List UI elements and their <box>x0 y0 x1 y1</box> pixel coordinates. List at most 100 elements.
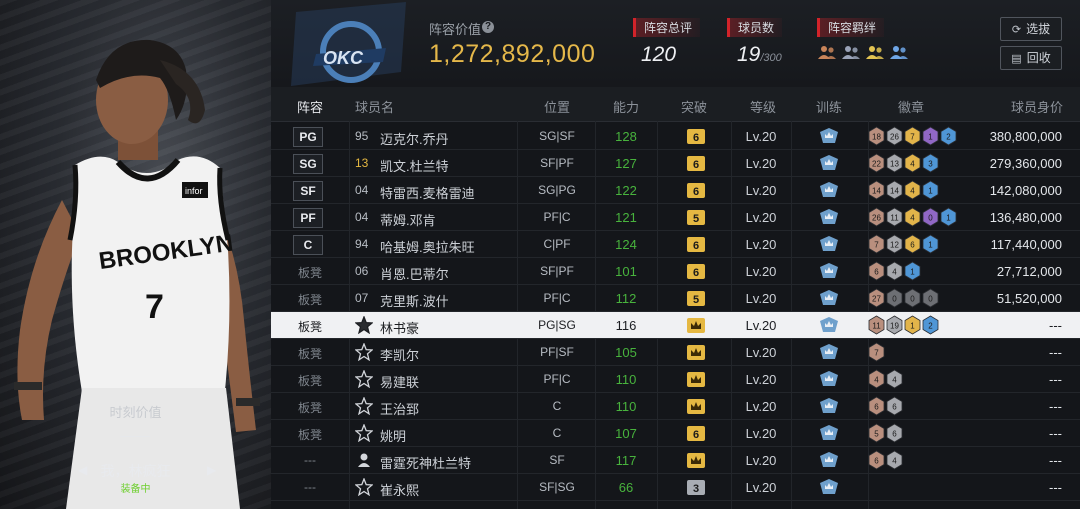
badge-icon[interactable]: 19 <box>886 315 903 335</box>
badge-icon[interactable]: 7 <box>904 126 921 146</box>
badge-icon[interactable]: 1 <box>904 315 921 335</box>
badge-icon[interactable]: 4 <box>904 153 921 173</box>
badge-icon[interactable]: 4 <box>886 369 903 389</box>
col-player-name[interactable]: 球员名 <box>355 97 394 116</box>
badge-icon[interactable]: 1 <box>922 234 939 254</box>
badge-icon[interactable]: 1 <box>922 126 939 146</box>
table-row[interactable]: --- 崔永熙 SF|SG 66 3 Lv.20 --- <box>271 474 1080 501</box>
col-position[interactable]: 位置 <box>544 97 570 116</box>
table-row[interactable]: 板凳 林书豪 PG|SG 116 Lv.20 11 19 1 2 --- <box>271 312 1080 339</box>
badge-icon[interactable]: 3 <box>922 153 939 173</box>
badge-icon[interactable]: 12 <box>886 234 903 254</box>
table-row[interactable]: SF 04 特雷西.麦格雷迪 SG|PG 122 6 Lv.20 14 14 4 1 142,080,… <box>271 177 1080 204</box>
training-icon[interactable] <box>818 289 840 307</box>
badge-icon[interactable]: 6 <box>904 234 921 254</box>
player-ability: 101 <box>615 264 637 279</box>
training-icon[interactable] <box>818 343 840 361</box>
badge-icon[interactable]: 6 <box>886 423 903 443</box>
badge-icon[interactable]: 7 <box>868 234 885 254</box>
table-row[interactable]: C 94 哈基姆.奥拉朱旺 C|PF 124 6 Lv.20 7 12 6 1 117,440,000 <box>271 231 1080 258</box>
badge-icon[interactable]: 4 <box>868 369 885 389</box>
badge-icon[interactable]: 22 <box>868 153 885 173</box>
badge-icon[interactable]: 6 <box>886 396 903 416</box>
table-row[interactable]: 板凳 王治郅 C 110 Lv.20 6 6 --- <box>271 393 1080 420</box>
badge-icon[interactable]: 18 <box>868 126 885 146</box>
badge-icon[interactable]: 7 <box>868 342 885 362</box>
training-icon[interactable] <box>818 397 840 415</box>
recycle-button[interactable]: ▤ 回收 <box>1000 46 1062 70</box>
badge-icon[interactable]: 4 <box>886 450 903 470</box>
badge-icon[interactable]: 4 <box>886 261 903 281</box>
training-icon[interactable] <box>818 451 840 469</box>
badge-icon[interactable]: 2 <box>940 126 957 146</box>
badge-icon[interactable]: 1 <box>922 180 939 200</box>
badge-icon[interactable]: 6 <box>868 450 885 470</box>
badge-icon[interactable]: 14 <box>886 180 903 200</box>
badge-icon[interactable]: 6 <box>868 261 885 281</box>
training-icon[interactable] <box>818 235 840 253</box>
table-row[interactable]: --- 雷霆死神杜兰特 SF 117 Lv.20 6 4 --- <box>271 447 1080 474</box>
badge-icon[interactable]: 0 <box>904 288 921 308</box>
table-row[interactable]: 板凳 06 肖恩.巴蒂尔 SF|PF 101 6 Lv.20 6 4 1 27,712,000 <box>271 258 1080 285</box>
bond-icon[interactable] <box>889 44 909 60</box>
badge-icon[interactable]: 11 <box>868 315 885 335</box>
training-icon[interactable] <box>818 478 840 496</box>
col-level[interactable]: 等级 <box>750 97 776 116</box>
badge-icon[interactable]: 0 <box>886 288 903 308</box>
svg-text:6: 6 <box>693 132 699 144</box>
table-row[interactable]: PF 04 蒂姆.邓肯 PF|C 121 5 Lv.20 26 11 4 0 1 136,480,000 <box>271 204 1080 231</box>
training-icon[interactable] <box>818 208 840 226</box>
training-icon[interactable] <box>818 370 840 388</box>
player-worth: 142,080,000 <box>989 183 1062 198</box>
training-icon[interactable] <box>818 424 840 442</box>
table-row[interactable]: 板凳 李凯尔 PF|SF 105 Lv.20 7 --- <box>271 339 1080 366</box>
stat-title: 阵容总评 <box>633 18 701 37</box>
badge-icon[interactable]: 0 <box>922 288 939 308</box>
badge-icon[interactable]: 14 <box>868 180 885 200</box>
col-breakthrough[interactable]: 突破 <box>681 97 707 116</box>
training-icon[interactable] <box>818 316 840 334</box>
player-level: Lv.20 <box>745 318 777 333</box>
bond-icon[interactable] <box>865 44 885 60</box>
col-player-worth[interactable]: 球员身价 <box>1011 97 1063 116</box>
training-icon[interactable] <box>818 154 840 172</box>
col-badges[interactable]: 徽章 <box>898 97 924 116</box>
badge-icon[interactable]: 1 <box>904 261 921 281</box>
badge-icon[interactable]: 11 <box>886 207 903 227</box>
col-training[interactable]: 训练 <box>816 97 842 116</box>
col-ability[interactable]: 能力 <box>613 97 639 116</box>
badge-icon[interactable]: 0 <box>922 207 939 227</box>
next-player-arrow-icon[interactable]: ▶ <box>207 463 216 477</box>
training-icon[interactable] <box>818 127 840 145</box>
table-row[interactable]: 板凳 姚明 C 107 6 Lv.20 5 6 --- <box>271 420 1080 447</box>
table-row[interactable]: 板凳 易建联 PF|C 110 Lv.20 4 4 --- <box>271 366 1080 393</box>
badge-icon[interactable]: 4 <box>904 180 921 200</box>
training-icon[interactable] <box>818 181 840 199</box>
svg-text:7: 7 <box>910 133 915 142</box>
player-worth: 51,520,000 <box>996 291 1062 306</box>
badge-icon[interactable]: 27 <box>868 288 885 308</box>
bond-icon[interactable] <box>817 44 837 60</box>
badge-icon[interactable]: 13 <box>886 153 903 173</box>
badge-icon[interactable]: 4 <box>904 207 921 227</box>
badge-icon[interactable]: 26 <box>868 207 885 227</box>
badge-icon[interactable]: 6 <box>868 396 885 416</box>
svg-text:6: 6 <box>693 429 699 441</box>
training-icon[interactable] <box>818 262 840 280</box>
badge-icon[interactable]: 1 <box>940 207 957 227</box>
bond-icon[interactable] <box>841 44 861 60</box>
badge-icon[interactable]: 2 <box>922 315 939 335</box>
draft-button[interactable]: ⟳ 选拔 <box>1000 17 1062 41</box>
player-name: 李凯尔 <box>380 348 420 363</box>
lineup-value: 1,272,892,000 <box>429 40 596 68</box>
badge-icon[interactable]: 5 <box>868 423 885 443</box>
table-row[interactable]: PG 95 迈克尔.乔丹 SG|SF 128 6 Lv.20 18 26 7 1 2 380,800,0… <box>271 123 1080 150</box>
col-lineup[interactable]: 阵容 <box>297 97 323 116</box>
badge-icon[interactable]: 26 <box>886 126 903 146</box>
player-worth: --- <box>1049 372 1062 387</box>
table-row[interactable]: 板凳 07 克里斯.波什 PF|C 112 5 Lv.20 27 0 0 0 51,520,000 <box>271 285 1080 312</box>
help-icon[interactable]: ? <box>482 21 494 33</box>
table-row[interactable]: SG 13 凯文.杜兰特 SF|PF 127 6 Lv.20 22 13 4 3 279,360,00… <box>271 150 1080 177</box>
player-rating: 94 <box>355 237 369 251</box>
svg-text:1: 1 <box>946 214 951 223</box>
